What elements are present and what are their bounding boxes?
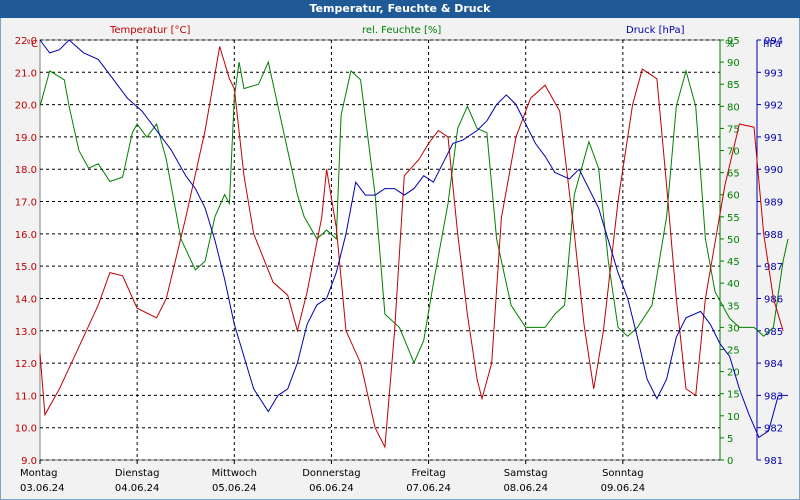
y-tick-label-humidity: 5 <box>727 434 733 445</box>
y-tick-label-pressure: 990 <box>764 165 783 176</box>
y-tick-label-temp: 18.0 <box>15 165 37 176</box>
y-tick-label-pressure: 984 <box>764 359 783 370</box>
x-tick-label-date: 06.06.24 <box>309 483 354 494</box>
y-tick-label-pressure: 992 <box>764 101 783 112</box>
y-axis-right-humidity: 05101520253035404550556065707580859095 <box>719 36 740 467</box>
y-tick-label-temp: 13.0 <box>15 327 37 338</box>
x-tick-label-day: Montag <box>20 468 57 479</box>
y-tick-label-pressure: 983 <box>764 391 783 402</box>
y-tick-label-humidity: 80 <box>727 102 740 113</box>
y-tick-label-pressure: 993 <box>764 68 783 79</box>
y-tick-label-pressure: 989 <box>764 198 783 209</box>
unit-right-pressure: hPa <box>763 39 781 50</box>
x-tick-label-date: 03.06.24 <box>20 483 65 494</box>
y-tick-label-temp: 11.0 <box>15 391 37 402</box>
unit-right-humidity: % <box>725 39 735 50</box>
x-tick-label-date: 05.06.24 <box>212 483 257 494</box>
x-tick-label-day: Sonntag <box>602 468 644 479</box>
y-tick-label-humidity: 85 <box>727 80 740 91</box>
y-tick-label-humidity: 10 <box>727 412 740 423</box>
legend-humidity: rel. Feuchte [%] <box>362 25 441 36</box>
y-tick-label-temp: 20.0 <box>15 101 37 112</box>
y-tick-label-humidity: 90 <box>727 58 740 69</box>
y-tick-label-temp: 15.0 <box>15 262 37 273</box>
x-tick-label-date: 09.06.24 <box>601 483 646 494</box>
y-tick-label-pressure: 981 <box>764 456 783 467</box>
y-tick-label-pressure: 988 <box>764 230 783 241</box>
y-tick-label-humidity: 50 <box>727 235 740 246</box>
legend-temperature: Temperatur [°C] <box>109 25 190 36</box>
y-tick-label-humidity: 15 <box>727 390 740 401</box>
weather-chart: 9.0 10.0 11.0 12.0 13.0 14.0 15.0 16.0 17.0 18.0 1… <box>15 25 789 494</box>
y-tick-label-temp: 10.0 <box>15 424 37 435</box>
y-tick-label-pressure: 991 <box>764 133 783 144</box>
x-tick-label-date: 08.06.24 <box>503 483 548 494</box>
y-tick-label-humidity: 0 <box>727 456 733 467</box>
y-tick-label-temp: 21.0 <box>15 68 37 79</box>
y-tick-label-humidity: 35 <box>727 301 740 312</box>
y-tick-label-pressure: 985 <box>764 327 783 338</box>
y-axis-left: 9.0 10.0 11.0 12.0 13.0 14.0 15.0 16.0 17.0 18.0 1… <box>15 36 37 467</box>
y-tick-label-temp: 17.0 <box>15 198 37 209</box>
x-axis: Montag 03.06.24 Dienstag 04.06.24 Mittwoch 05… <box>20 460 645 494</box>
y-tick-label-pressure: 982 <box>764 424 783 435</box>
y-tick-label-humidity: 55 <box>727 213 740 224</box>
y-tick-label-humidity: 40 <box>727 279 740 290</box>
x-tick-label-date: 04.06.24 <box>115 483 160 494</box>
y-tick-label-temp: 9.0 <box>21 456 37 467</box>
y-tick-label-temp: 19.0 <box>15 133 37 144</box>
x-tick-label-day: Donnerstag <box>302 468 360 479</box>
y-axis-right-pressure: 9819829839849859869879889899909919929939… <box>756 36 783 467</box>
x-tick-label-date: 07.06.24 <box>406 483 451 494</box>
y-tick-label-temp: 12.0 <box>15 359 37 370</box>
x-tick-label-day: Freitag <box>411 468 445 479</box>
x-tick-label-day: Samstag <box>504 468 548 479</box>
y-tick-label-temp: 14.0 <box>15 294 37 305</box>
unit-left: °C <box>26 39 38 50</box>
legend-pressure: Druck [hPa] <box>626 25 685 36</box>
x-tick-label-day: Dienstag <box>115 468 160 479</box>
y-tick-label-humidity: 30 <box>727 323 740 334</box>
y-tick-label-humidity: 60 <box>727 191 740 202</box>
y-tick-label-pressure: 987 <box>764 262 783 273</box>
y-tick-label-humidity: 45 <box>727 257 740 268</box>
x-tick-label-day: Mittwoch <box>212 468 257 479</box>
y-tick-label-temp: 16.0 <box>15 230 37 241</box>
